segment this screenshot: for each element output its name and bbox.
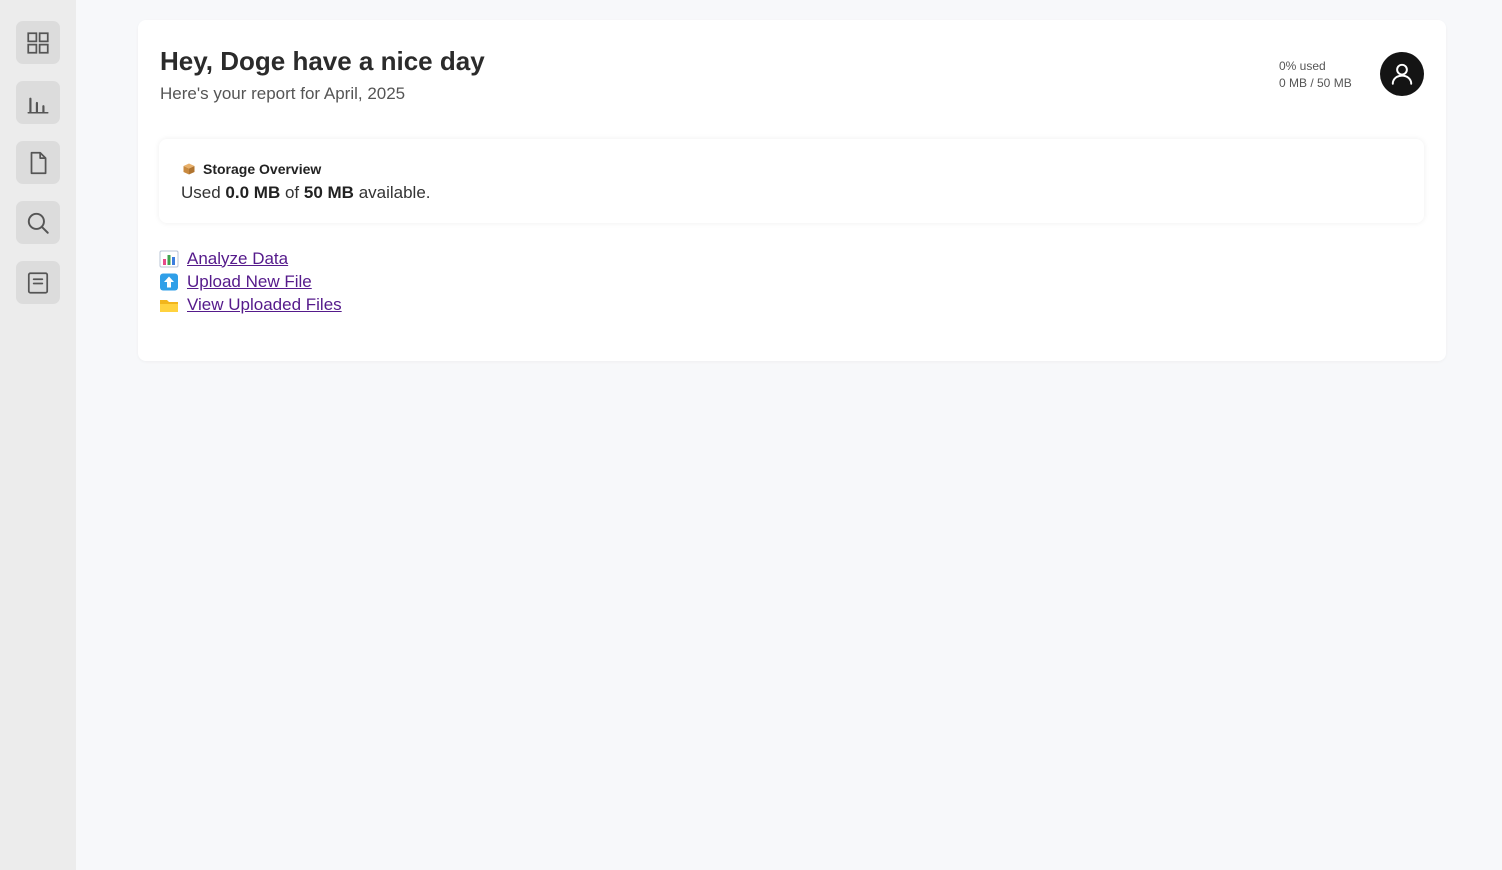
notes-icon	[27, 271, 49, 294]
sidebar-item-notes[interactable]	[16, 261, 60, 304]
folder-emoji-icon	[160, 299, 178, 312]
sidebar-item-documents[interactable]	[16, 141, 60, 184]
usage-percent: 0% used	[1279, 59, 1326, 73]
storage-text-suffix: available.	[358, 183, 431, 202]
report-card: Hey, Doge have a nice day Here's your re…	[138, 20, 1446, 361]
storage-overview-title: Storage Overview	[203, 161, 322, 177]
upload-new-file-link[interactable]: Upload New File	[159, 270, 342, 293]
storage-total-value: 50 MB	[303, 183, 354, 202]
sidebar-item-search[interactable]	[16, 201, 60, 244]
quick-links: Analyze Data Upload New File View Upload…	[159, 247, 342, 316]
storage-usage-text: Used 0.0 MB of 50 MB available.	[181, 183, 431, 203]
view-uploaded-files-link[interactable]: View Uploaded Files	[159, 293, 342, 316]
sidebar	[0, 0, 76, 870]
up-arrow-emoji-icon	[160, 273, 178, 290]
sidebar-item-analytics[interactable]	[16, 81, 60, 124]
storage-overview-heading: Storage Overview	[183, 161, 321, 177]
dashboard-grid-icon	[27, 31, 49, 54]
usage-amount: 0 MB / 50 MB	[1279, 76, 1352, 90]
storage-text-prefix: Used	[181, 183, 221, 202]
bar-chart-emoji-icon	[159, 250, 179, 267]
user-icon	[1391, 63, 1413, 85]
view-uploaded-files-label: View Uploaded Files	[187, 294, 342, 314]
storage-text-mid: of	[284, 183, 300, 202]
page-title: Hey, Doge have a nice day	[160, 46, 485, 76]
storage-used-value: 0.0 MB	[225, 183, 281, 202]
bar-chart-icon	[27, 97, 49, 114]
report-subtitle: Here's your report for April, 2025	[160, 84, 406, 103]
storage-overview-panel: Storage Overview Used 0.0 MB of 50 MB av…	[159, 139, 1424, 223]
document-icon	[30, 151, 47, 174]
package-icon	[183, 163, 195, 175]
analyze-data-label: Analyze Data	[187, 248, 289, 268]
search-icon	[27, 212, 49, 234]
upload-new-file-label: Upload New File	[187, 271, 312, 291]
sidebar-item-dashboard[interactable]	[16, 21, 60, 64]
analyze-data-link[interactable]: Analyze Data	[159, 247, 342, 270]
avatar[interactable]	[1380, 52, 1424, 96]
storage-usage-summary: 0% used 0 MB / 50 MB	[1279, 58, 1352, 92]
